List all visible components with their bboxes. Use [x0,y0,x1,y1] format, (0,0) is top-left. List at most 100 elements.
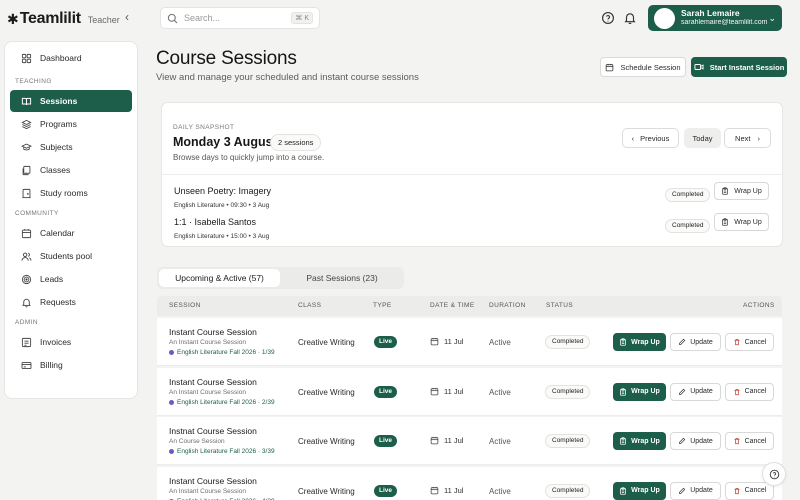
sidebar-item-students-pool[interactable]: Students pool [10,245,132,267]
session-class: Creative Writing [298,486,355,496]
graduation-cap-icon [21,143,32,150]
collapse-sidebar-icon[interactable]: ‹ [121,10,133,24]
session-class: Creative Writing [298,338,355,347]
wrap-up-button[interactable]: Wrap Up [714,213,769,231]
calendar-icon [430,436,439,445]
table-row[interactable]: Instant Course Session An Instant Course … [157,318,782,366]
clipboard-icon [620,486,627,495]
wrap-up-button[interactable]: Wrap Up [613,432,666,450]
snapshot-session-row[interactable]: 1:1 · Isabella Santos English Literature… [162,213,782,248]
column-header-duration: DURATION [489,302,526,309]
cancel-label: Cancel [744,437,767,445]
trash-icon [734,388,740,395]
wrap-up-button[interactable]: Wrap Up [613,481,666,500]
snapshot-session-title: 1:1 · Isabella Santos [174,217,257,227]
cancel-button[interactable]: Cancel [725,333,774,351]
sidebar-item-billing[interactable]: Billing [10,354,132,376]
sidebar-item-study-rooms[interactable]: Study rooms [10,182,132,204]
user-menu[interactable]: Sarah Lemaire sarahlemaire@teamlilit.com… [648,5,782,31]
cancel-label: Cancel [744,338,767,346]
sidebar-section-teaching: TEACHING [15,78,52,85]
sidebar-item-leads[interactable]: Leads [10,268,132,290]
cancel-button[interactable]: Cancel [725,481,774,500]
search-input[interactable] [184,13,284,23]
sidebar-item-programs[interactable]: Programs [10,113,132,135]
session-date-label: 11 Jul [444,337,464,346]
tab-past-sessions[interactable]: Past Sessions (23) [282,269,402,287]
status-badge: Completed [545,384,591,399]
table-row[interactable]: Instant Course Session An Instant Course … [157,466,782,500]
update-label: Update [690,338,713,346]
today-label: Today [692,133,713,143]
cancel-label: Cancel [744,487,767,494]
grid-icon [21,53,32,63]
session-group: English Literature Fall 2026 · 3/39 [169,448,275,455]
today-button[interactable]: Today [684,128,721,148]
schedule-session-button[interactable]: Schedule Session [600,57,686,77]
wrap-up-button[interactable]: Wrap Up [714,182,769,200]
calendar-icon [430,387,439,395]
session-title: Instnat Course Session [169,426,257,436]
column-header-type: TYPE [373,302,392,309]
sidebar-item-classes[interactable]: Classes [10,159,132,181]
cancel-button[interactable]: Cancel [725,432,774,450]
update-button[interactable]: Update [670,432,721,450]
pencil-icon [679,388,686,395]
snapshot-session-row[interactable]: Unseen Poetry: Imagery English Literatur… [162,182,782,217]
session-date-label: 11 Jul [444,386,464,396]
brand[interactable]: ✱ Teamlilit Teacher [7,10,120,28]
daily-snapshot-card: DAILY SNAPSHOT Monday 3 August 2 session… [161,102,783,247]
wrap-up-label: Wrap Up [631,487,660,494]
update-button[interactable]: Update [670,333,721,351]
session-date: 11 Jul [430,337,463,346]
wrap-up-button[interactable]: Wrap Up [613,333,666,351]
sidebar-item-subjects[interactable]: Subjects [10,136,132,158]
sidebar-item-dashboard[interactable]: Dashboard [10,47,132,69]
calendar-icon [21,228,32,238]
snapshot-label: DAILY SNAPSHOT [173,124,235,131]
search-icon [167,13,178,23]
next-day-button[interactable]: Next › [724,128,771,148]
session-subtitle: An Instant Course Session [169,388,246,396]
bell-icon[interactable] [623,11,637,25]
session-duration: Active [489,338,511,347]
table-row[interactable]: Instant Course Session An Instant Course … [157,367,782,416]
wrap-up-label: Wrap Up [631,437,660,445]
wrap-up-label: Wrap Up [631,388,660,395]
search-box[interactable]: ⌘ K [160,7,320,29]
book-open-icon [21,97,32,105]
wrap-up-button[interactable]: Wrap Up [613,382,666,401]
page-subtitle: View and manage your scheduled and insta… [156,72,419,83]
sidebar-item-requests[interactable]: Requests [10,291,132,313]
snapshot-session-meta: English Literature • 15:00 • 3 Aug [174,233,270,240]
session-tabs: Upcoming & Active (57) Past Sessions (23… [157,267,404,289]
session-group-label: English Literature Fall 2026 · 1/39 [177,349,275,356]
trash-icon [734,339,740,346]
start-instant-session-label: Start Instant Session [709,62,785,72]
update-button[interactable]: Update [670,382,721,401]
next-label: Next [735,133,751,143]
help-icon[interactable] [601,11,615,25]
status-badge: Completed [545,335,591,349]
calendar-icon [606,63,614,71]
update-button[interactable]: Update [670,481,721,500]
tab-upcoming-active[interactable]: Upcoming & Active (57) [159,269,280,287]
update-label: Update [690,437,713,445]
pencil-icon [679,437,686,444]
help-button[interactable] [762,462,786,486]
previous-label: Previous [640,133,670,143]
cancel-button[interactable]: Cancel [725,382,774,401]
type-badge: Live [374,385,398,398]
previous-day-button[interactable]: ‹ Previous [622,128,679,148]
table-row[interactable]: Instnat Course Session An Course Session E… [157,417,782,465]
sidebar-item-invoices[interactable]: Invoices [10,331,132,353]
column-header-session: SESSION [169,302,201,309]
user-name: Sarah Lemaire [681,8,740,19]
sidebar-item-calendar[interactable]: Calendar [10,222,132,244]
clipboard-icon [620,338,627,346]
snapshot-session-meta: English Literature • 09:30 • 3 Aug [174,202,270,209]
type-badge: Live [374,435,398,447]
start-instant-session-button[interactable]: Start Instant Session [691,57,787,77]
sidebar-item-sessions[interactable]: Sessions [10,90,132,112]
chevron-down-icon: ⌄ [768,12,776,23]
